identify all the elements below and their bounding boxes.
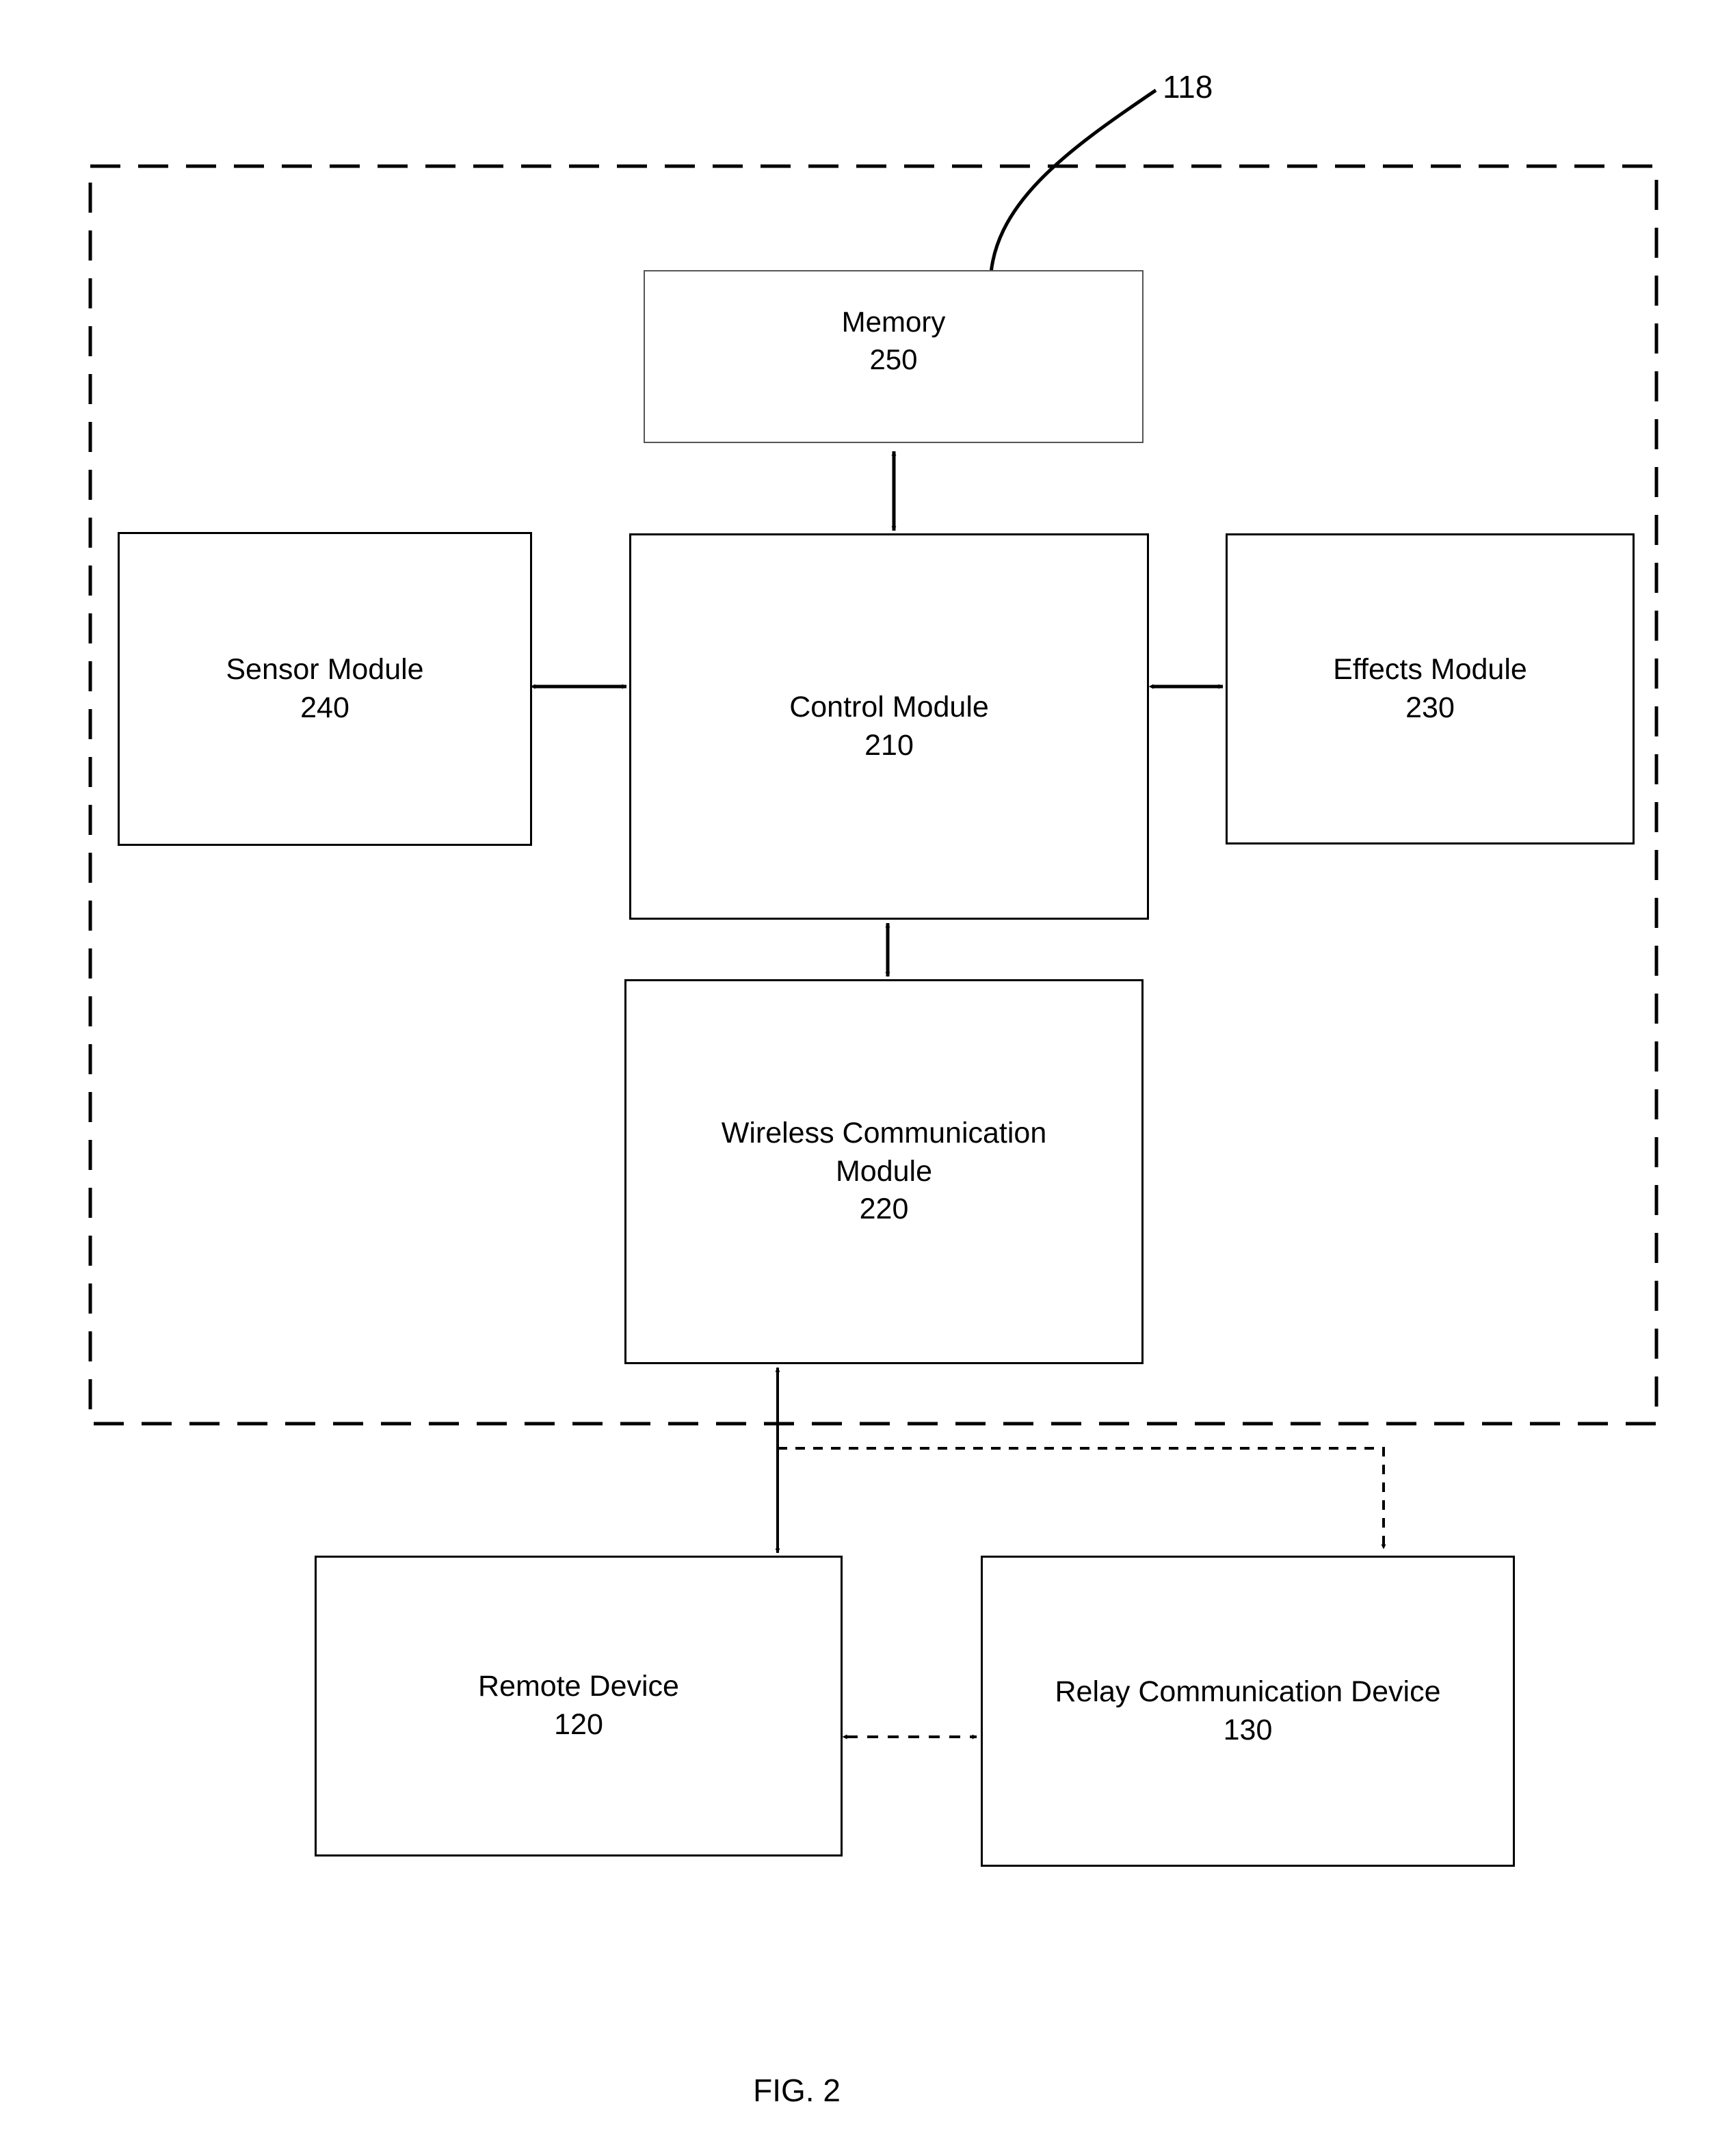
figure-canvas: 118 Memory 250 Sensor Module 240 Control… xyxy=(0,0,1731,2156)
node-relay-communication-device[interactable]: Relay Communication Device 130 xyxy=(981,1556,1515,1867)
node-memory[interactable]: Memory 250 xyxy=(644,270,1144,443)
system-reference-118: 118 xyxy=(1163,69,1213,105)
node-wireless-communication-module[interactable]: Wireless Communication Module 220 xyxy=(624,979,1144,1364)
node-control-module-label: Control Module xyxy=(789,690,989,723)
node-effects-module[interactable]: Effects Module 230 xyxy=(1226,533,1635,844)
node-relay-communication-device-ref: 130 xyxy=(1223,1713,1273,1746)
node-wireless-communication-module-ref: 220 xyxy=(859,1193,909,1226)
figure-caption: FIG. 2 xyxy=(753,2073,841,2108)
node-remote-device-label: Remote Device xyxy=(478,1670,679,1703)
node-wireless-communication-module-label2: Module xyxy=(835,1154,933,1188)
node-effects-module-ref: 230 xyxy=(1405,691,1455,724)
reference-leader-118 xyxy=(988,88,1157,287)
node-remote-device-ref: 120 xyxy=(554,1708,603,1741)
node-memory-ref: 250 xyxy=(869,343,918,375)
node-memory-label: Memory xyxy=(841,305,946,338)
node-control-module[interactable]: Control Module 210 xyxy=(629,533,1149,920)
node-wireless-communication-module-label: Wireless Communication xyxy=(721,1116,1047,1149)
node-sensor-module-ref: 240 xyxy=(300,691,349,724)
node-sensor-module[interactable]: Sensor Module 240 xyxy=(118,532,532,846)
node-sensor-module-label: Sensor Module xyxy=(226,652,424,686)
node-effects-module-label: Effects Module xyxy=(1333,652,1527,686)
node-remote-device[interactable]: Remote Device 120 xyxy=(315,1556,843,1856)
node-relay-communication-device-label: Relay Communication Device xyxy=(1055,1675,1441,1708)
node-control-module-ref: 210 xyxy=(864,728,914,762)
connector-wireless-relay xyxy=(778,1447,1386,1549)
